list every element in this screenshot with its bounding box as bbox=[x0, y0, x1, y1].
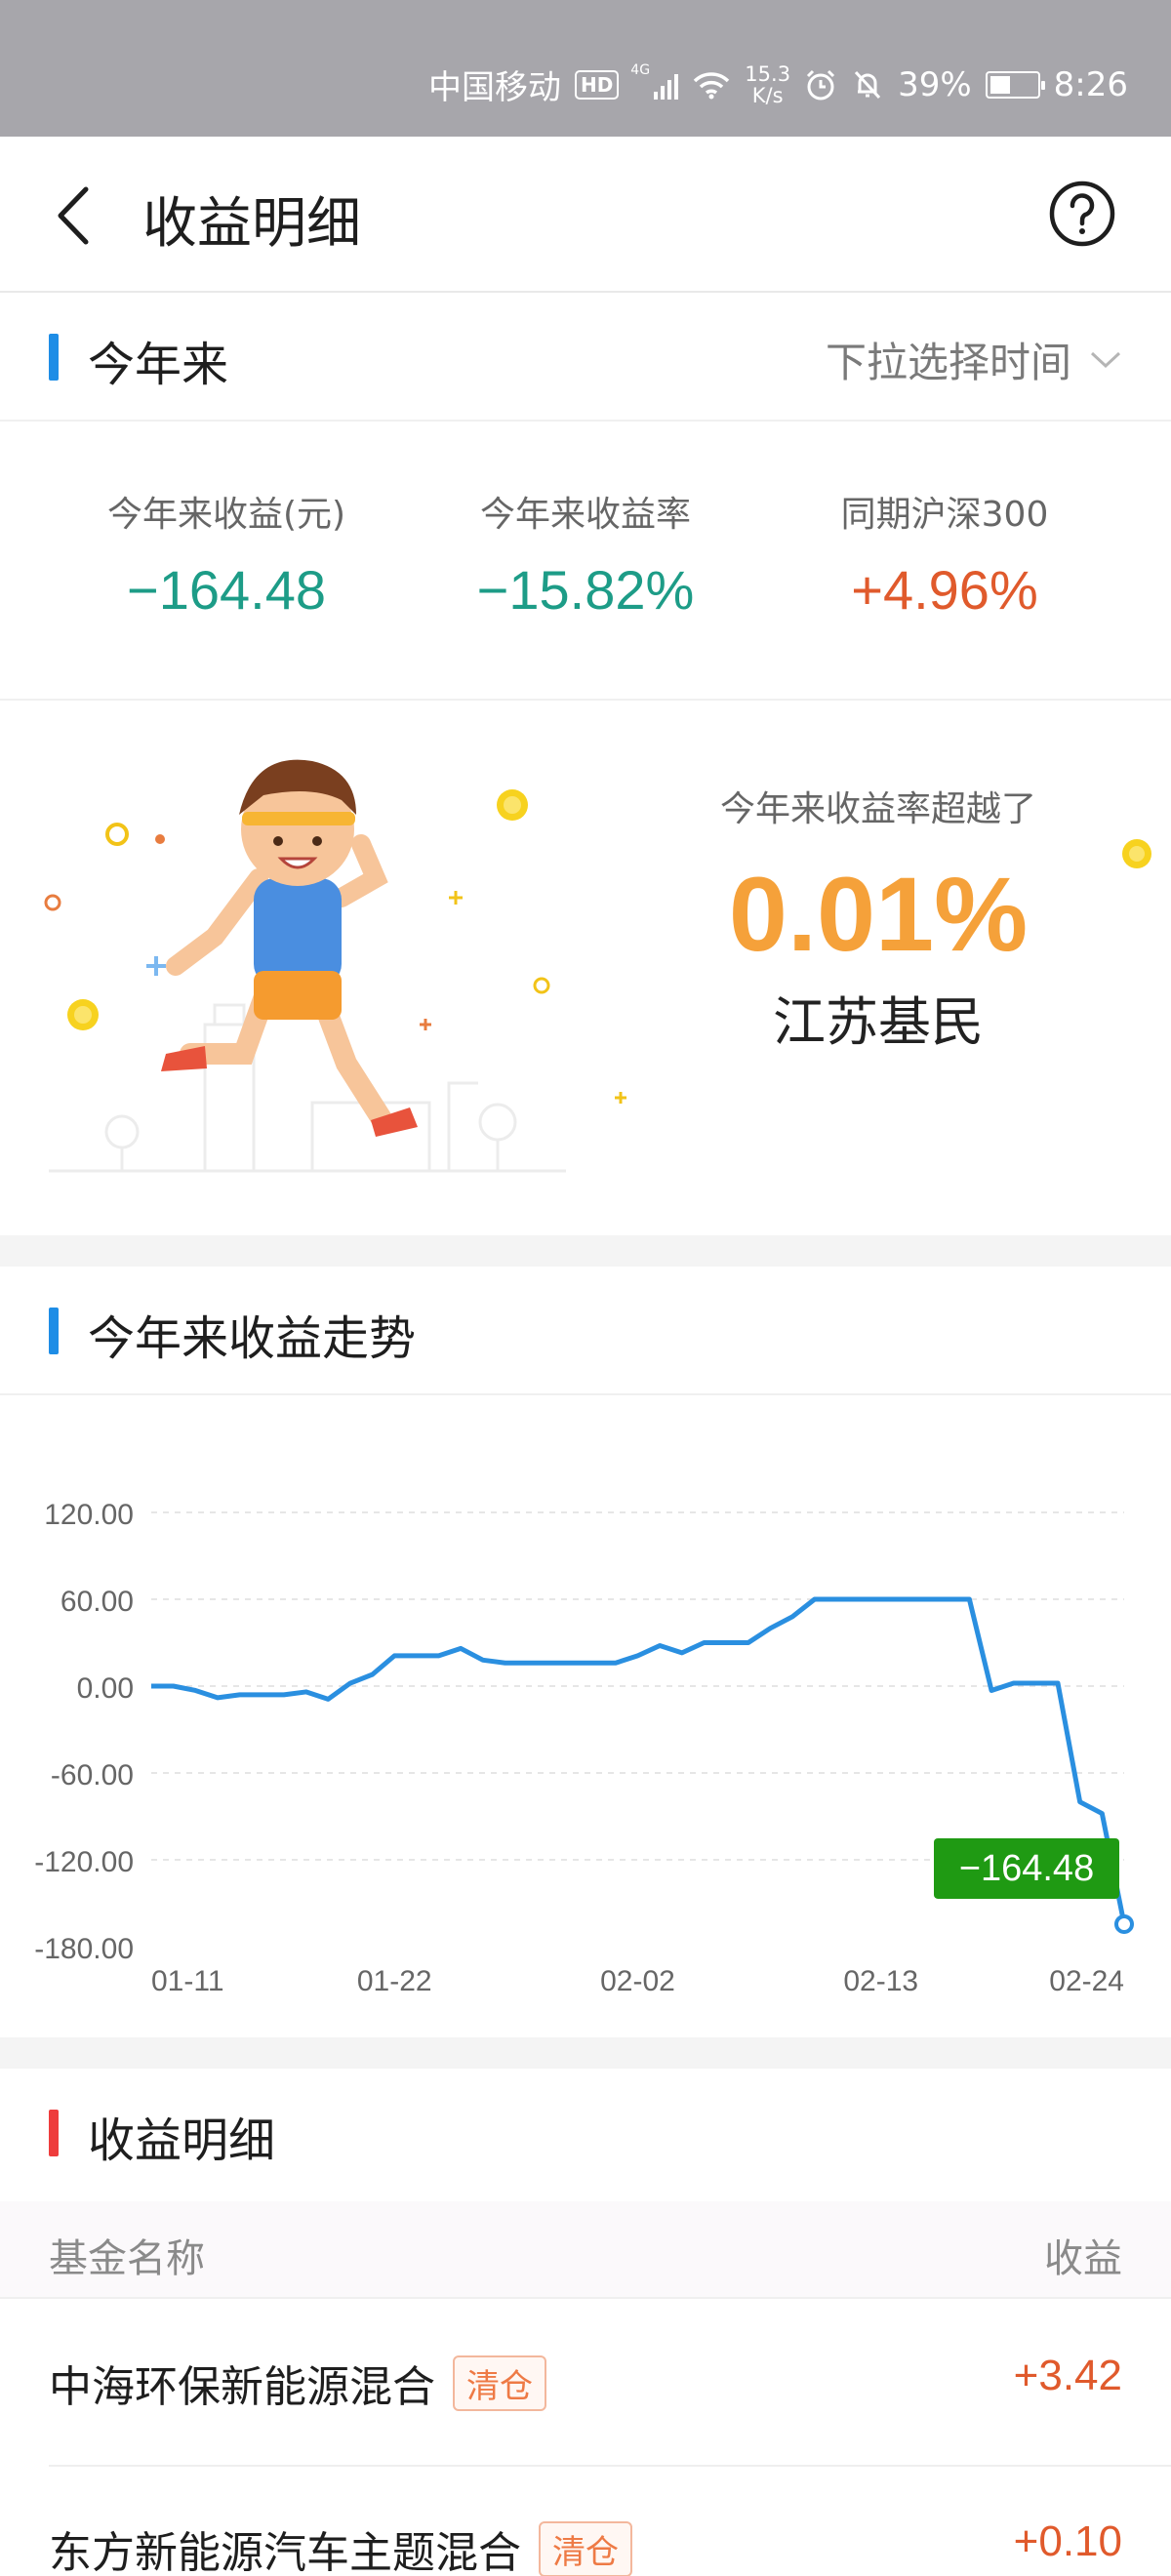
detail-table-header: 基金名称 收益 bbox=[0, 2201, 1171, 2299]
cell-signal-icon: 4G bbox=[630, 62, 679, 100]
y-tick-label: 120.00 bbox=[44, 1499, 134, 1531]
trend-section-header: 今年来收益走势 bbox=[0, 1267, 1171, 1395]
fund-name: 中海环保新能源混合 bbox=[49, 2362, 435, 2412]
page-title: 收益明细 bbox=[142, 192, 361, 256]
profit-trend-chart: 120.00 60.00 0.00 -60.00 -120.00 -180.00 01-11… bbox=[0, 1395, 1171, 2034]
ytd-section-header: 今年来 下拉选择时间 bbox=[0, 293, 1171, 422]
fund-profit: +0.10 bbox=[1013, 2517, 1122, 2565]
stat-csi300: 同期沪深300 +4.96% bbox=[759, 486, 1130, 622]
coin-icon bbox=[1122, 839, 1151, 868]
rank-summary: 今年来收益率超越了 0.01% 江苏基民 bbox=[654, 781, 1103, 1056]
battery-icon bbox=[985, 70, 1045, 99]
status-bar: 中国移动 HD 4G 15.3 K/s 39% 8:26 bbox=[0, 0, 1171, 137]
cleared-tag: 清仓 bbox=[539, 2520, 632, 2576]
net-speed: 15.3 K/s bbox=[745, 63, 790, 106]
detail-section-title: 收益明细 bbox=[88, 2113, 276, 2168]
fund-name-cell: 东方新能源汽车主题混合 清仓 bbox=[49, 2517, 632, 2576]
runner-illustration bbox=[44, 759, 626, 1173]
chevron-down-icon bbox=[1090, 351, 1121, 368]
x-tick-label: 02-24 bbox=[1049, 1965, 1124, 1997]
clock: 8:26 bbox=[1053, 64, 1128, 104]
y-tick-label: -120.00 bbox=[34, 1846, 134, 1878]
ytd-stats: 今年来收益(元) −164.48 今年来收益率 −15.82% 同期沪深300 … bbox=[0, 422, 1171, 701]
section-divider bbox=[0, 1235, 1171, 1267]
stat-label: 同期沪深300 bbox=[840, 495, 1049, 535]
rank-percent: 0.01% bbox=[728, 855, 1029, 973]
fund-name-cell: 中海环保新能源混合 清仓 bbox=[49, 2352, 546, 2414]
stat-value: −164.48 bbox=[127, 559, 326, 621]
network-type-label: 4G bbox=[630, 61, 651, 78]
wifi-icon bbox=[694, 71, 730, 99]
stat-ytd-return: 今年来收益率 −15.82% bbox=[400, 486, 771, 622]
fund-profit: +3.42 bbox=[1013, 2352, 1122, 2399]
section-accent-bar bbox=[49, 2110, 59, 2156]
section-accent-bar bbox=[49, 1308, 59, 1354]
stat-ytd-profit: 今年来收益(元) −164.48 bbox=[41, 486, 412, 622]
x-tick-label: 01-22 bbox=[357, 1965, 432, 1997]
rank-group: 江苏基民 bbox=[773, 991, 984, 1053]
stat-value: −15.82% bbox=[476, 559, 695, 621]
net-speed-unit: K/s bbox=[751, 83, 784, 107]
chevron-left-icon[interactable] bbox=[49, 181, 107, 250]
cleared-tag: 清仓 bbox=[453, 2355, 546, 2411]
net-speed-value: 15.3 bbox=[745, 61, 791, 86]
x-tick-label: 01-11 bbox=[151, 1965, 224, 1997]
trend-section-title: 今年来收益走势 bbox=[88, 1311, 417, 1366]
x-tick-label: 02-13 bbox=[843, 1965, 918, 1997]
question-circle-icon[interactable] bbox=[1048, 180, 1116, 248]
mute-bell-icon bbox=[854, 70, 881, 99]
section-accent-bar bbox=[49, 334, 59, 381]
alarm-icon bbox=[807, 69, 835, 100]
detail-section-header: 收益明细 bbox=[0, 2069, 1171, 2197]
end-point-marker bbox=[1114, 1913, 1134, 1934]
fund-name: 东方新能源汽车主题混合 bbox=[49, 2528, 521, 2576]
end-value-label: −164.48 bbox=[959, 1848, 1094, 1889]
rank-card: 今年来收益率超越了 0.01% 江苏基民 bbox=[0, 703, 1171, 1235]
stat-label: 今年来收益率 bbox=[479, 495, 691, 535]
y-tick-label: -60.00 bbox=[51, 1759, 134, 1791]
rank-lead-text: 今年来收益率超越了 bbox=[719, 789, 1036, 829]
col-fund-name: 基金名称 bbox=[49, 2236, 205, 2281]
y-tick-label: 60.00 bbox=[61, 1586, 134, 1618]
y-tick-label: -180.00 bbox=[34, 1933, 134, 1965]
y-tick-label: 0.00 bbox=[77, 1672, 134, 1705]
table-row[interactable]: 东方新能源汽车主题混合 清仓 +0.10 bbox=[0, 2467, 1171, 2576]
col-profit: 收益 bbox=[1044, 2236, 1122, 2281]
stat-value: +4.96% bbox=[851, 559, 1038, 621]
profit-trend-svg: 120.00 60.00 0.00 -60.00 -120.00 -180.00 01-11… bbox=[34, 1499, 1134, 1997]
time-range-dropdown[interactable]: 下拉选择时间 bbox=[826, 330, 1122, 389]
carrier-label: 中国移动 bbox=[427, 68, 561, 107]
hd-badge: HD bbox=[574, 69, 620, 100]
x-tick-label: 02-02 bbox=[600, 1965, 675, 1997]
time-range-label: 下拉选择时间 bbox=[825, 339, 1071, 386]
battery-percent: 39% bbox=[898, 64, 972, 104]
nav-bar: 收益明细 bbox=[0, 137, 1171, 293]
table-row[interactable]: 中海环保新能源混合 清仓 +3.42 bbox=[0, 2301, 1171, 2467]
stat-label: 今年来收益(元) bbox=[106, 495, 346, 535]
section-divider bbox=[0, 2037, 1171, 2069]
ytd-section-title: 今年来 bbox=[88, 338, 229, 392]
